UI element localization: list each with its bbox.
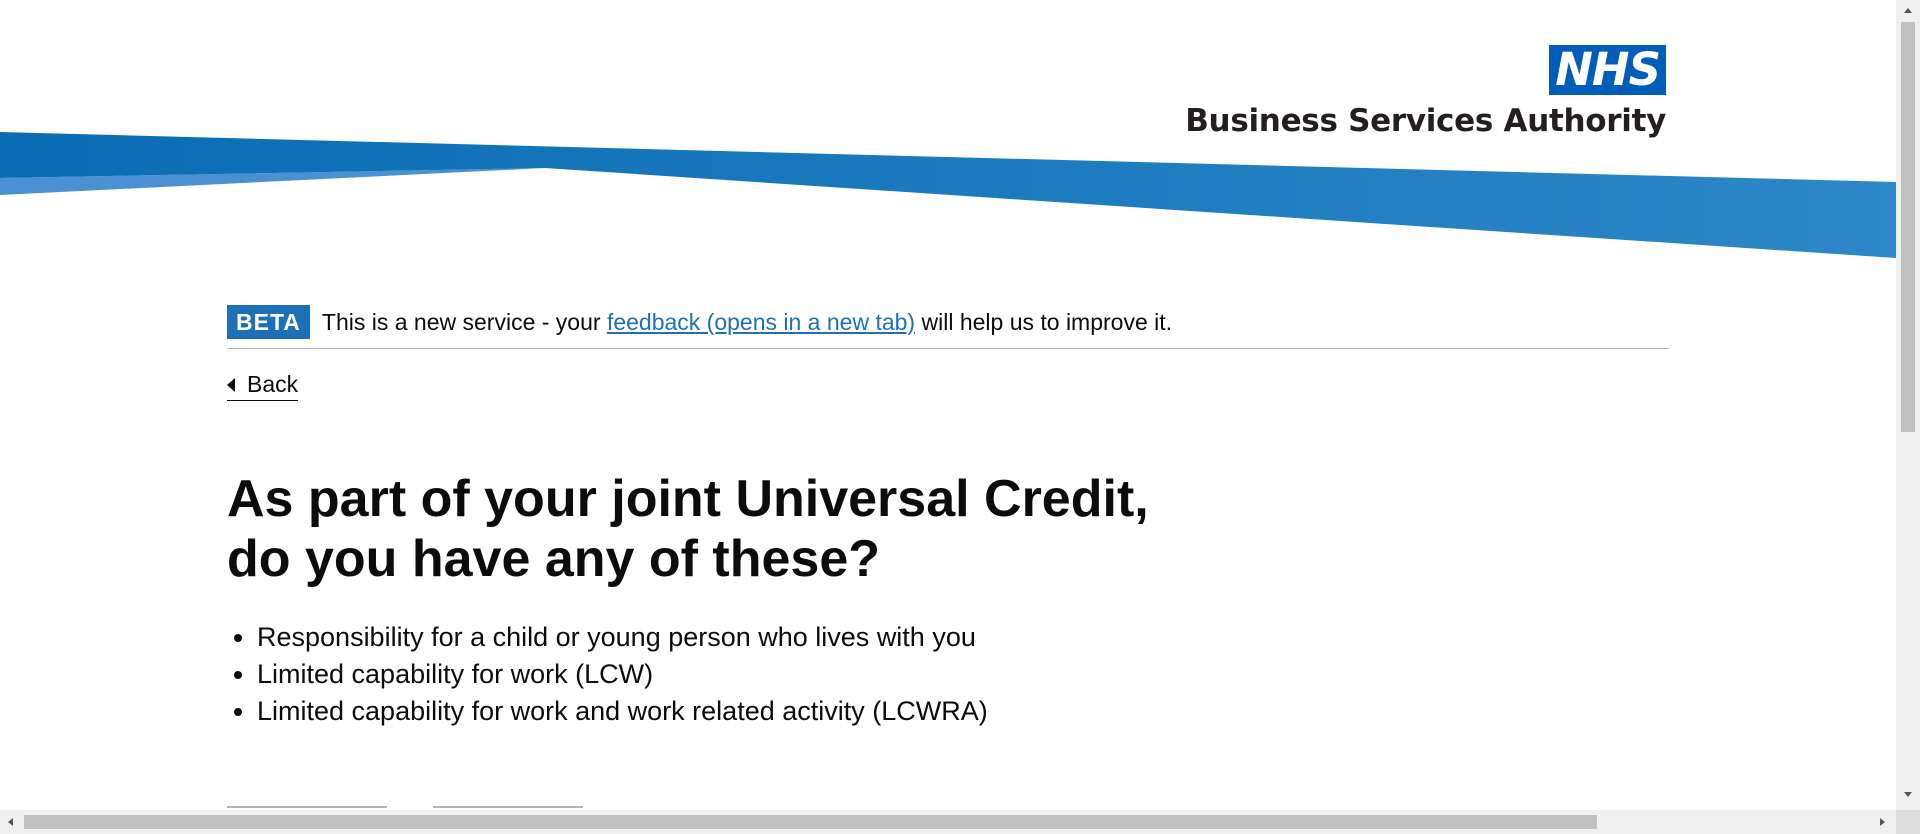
scroll-down-icon[interactable] xyxy=(1904,792,1912,797)
beta-tag: BETA xyxy=(227,305,310,339)
list-item: Limited capability for work and work rel… xyxy=(257,693,1669,730)
phase-text-before: This is a new service - your xyxy=(321,308,607,335)
list-item: Responsibility for a child or young pers… xyxy=(257,619,1669,656)
phase-banner: BETA This is a new service - your feedba… xyxy=(227,296,1669,349)
scroll-up-icon[interactable] xyxy=(1904,8,1912,13)
page-viewport: NHS Business Services Authority BETA Thi… xyxy=(0,0,1896,810)
phase-text-after: will help us to improve it. xyxy=(915,308,1173,335)
scrollbar-corner xyxy=(1896,810,1920,834)
nhsbsa-logo[interactable]: NHS Business Services Authority xyxy=(1185,45,1666,140)
vertical-scrollbar[interactable] xyxy=(1896,0,1920,810)
conditions-list: Responsibility for a child or young pers… xyxy=(227,619,1669,730)
scroll-right-icon[interactable] xyxy=(1880,818,1885,826)
horizontal-scroll-thumb[interactable] xyxy=(24,815,1597,829)
vertical-scroll-thumb[interactable] xyxy=(1901,22,1915,432)
feedback-link[interactable]: feedback (opens in a new tab) xyxy=(607,309,915,336)
list-item: Limited capability for work (LCW) xyxy=(257,656,1669,693)
back-arrow-icon xyxy=(227,377,235,392)
nhs-logo-box: NHS xyxy=(1549,45,1666,95)
page-title: As part of your joint Universal Credit, … xyxy=(227,470,1149,588)
horizontal-scrollbar[interactable] xyxy=(0,810,1896,834)
scroll-left-icon[interactable] xyxy=(8,818,13,826)
back-link[interactable]: Back xyxy=(227,371,299,401)
back-link-label: Back xyxy=(247,371,299,397)
main-content: BETA This is a new service - your feedba… xyxy=(227,296,1669,730)
org-name: Business Services Authority xyxy=(1185,103,1666,139)
